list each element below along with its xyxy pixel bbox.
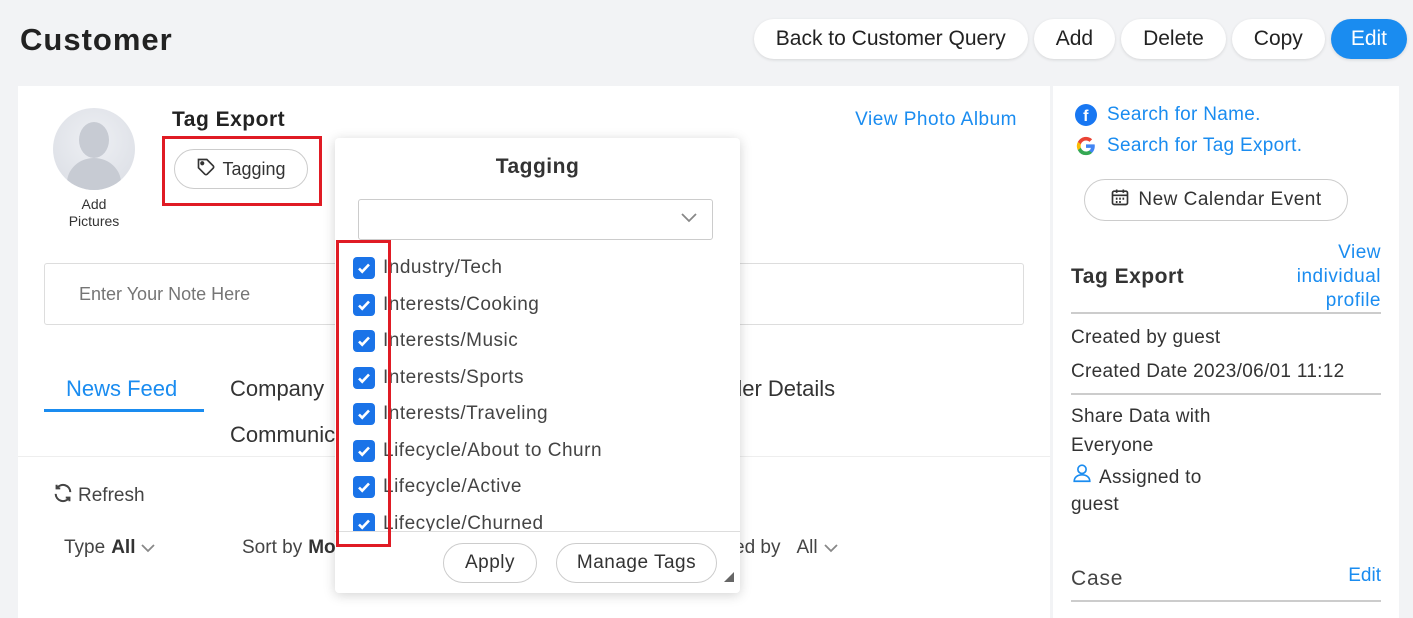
google-icon — [1075, 135, 1097, 157]
chevron-down-icon — [680, 210, 698, 229]
page-title: Customer — [20, 22, 173, 57]
type-filter[interactable]: Type All — [64, 537, 156, 559]
assigned-to-user: guest — [1071, 494, 1119, 515]
calendar-label: New Calendar Event — [1138, 189, 1322, 210]
tag-label: Lifecycle/Active — [383, 476, 522, 497]
tab-news-feed[interactable]: News Feed — [66, 376, 177, 402]
side-divider — [1071, 393, 1381, 395]
assigned-to: Assigned to — [1071, 462, 1202, 493]
search-name-facebook-link[interactable]: f Search for Name. — [1075, 104, 1261, 126]
new-calendar-event-button[interactable]: New Calendar Event — [1084, 179, 1348, 221]
sort-filter-value: Mo — [308, 537, 336, 558]
case-label: Case — [1071, 567, 1124, 590]
popup-footer-divider — [335, 531, 740, 532]
search-tag-google-link[interactable]: Search for Tag Export. — [1075, 135, 1302, 157]
tagging-popup-title: Tagging — [495, 155, 580, 178]
created-date-text: Created Date 2023/06/01 11:12 — [1071, 361, 1345, 382]
share-data-text: Share Data with — [1071, 406, 1211, 427]
tag-label: Interests/Cooking — [383, 293, 540, 315]
highlight-box-tagging — [162, 136, 322, 206]
chevron-down-icon — [823, 537, 838, 559]
created-by-filter-value: All — [796, 537, 818, 558]
tab-communication[interactable]: Communic — [230, 422, 335, 448]
tag-list: Industry/Tech Interests/Cooking Interests/… — [335, 253, 740, 531]
view-individual-profile-link[interactable]: View individual profile — [1271, 241, 1381, 313]
facebook-icon: f — [1075, 104, 1097, 126]
top-actions: Back to Customer Query Add Delete Copy E… — [753, 19, 1407, 59]
calendar-icon — [1110, 187, 1130, 213]
tag-label: Industry/Tech — [383, 257, 503, 278]
tagging-popup: Tagging Industry/Tech Interests/Cooking In… — [335, 138, 740, 593]
created-by-filter[interactable]: ed by All — [734, 537, 838, 559]
created-by-text: Created by guest — [1071, 327, 1221, 348]
side-divider — [1071, 312, 1381, 314]
tag-label: Lifecycle/Churned — [383, 512, 544, 532]
type-filter-label: Type — [64, 537, 106, 558]
add-button[interactable]: Add — [1033, 19, 1116, 59]
refresh-button[interactable]: Refresh — [52, 482, 145, 510]
resize-grip-icon[interactable] — [724, 569, 734, 587]
sort-filter[interactable]: Sort by Mo — [242, 537, 336, 559]
search-tag-label: Search for Tag Export. — [1107, 135, 1303, 156]
highlight-box-checkboxes — [336, 240, 391, 547]
delete-button[interactable]: Delete — [1121, 19, 1226, 59]
tag-search-select[interactable] — [358, 199, 713, 240]
assigned-to-label: Assigned to — [1099, 467, 1202, 488]
apply-button[interactable]: Apply — [443, 543, 537, 583]
side-divider — [1071, 600, 1381, 602]
sort-filter-label: Sort by — [242, 537, 303, 558]
back-to-query-button[interactable]: Back to Customer Query — [753, 19, 1028, 59]
edit-button[interactable]: Edit — [1330, 19, 1407, 59]
manage-tags-button[interactable]: Manage Tags — [556, 543, 717, 583]
copy-button[interactable]: Copy — [1231, 19, 1325, 59]
customer-side-panel: f Search for Name. Search for Tag Export… — [1053, 86, 1399, 618]
created-by-filter-label: ed by — [734, 537, 781, 558]
side-title: Tag Export — [1071, 265, 1185, 288]
refresh-label: Refresh — [78, 485, 145, 506]
tag-label: Interests/Sports — [383, 366, 525, 388]
customer-name: Tag Export — [172, 108, 286, 131]
avatar[interactable] — [53, 108, 135, 190]
active-tab-indicator — [44, 409, 204, 412]
chevron-down-icon — [141, 537, 156, 559]
tag-label: Interests/Music — [383, 330, 519, 351]
case-edit-link[interactable]: Edit — [1348, 565, 1381, 587]
view-photo-album-link[interactable]: View Photo Album — [855, 109, 1017, 131]
tab-order-details[interactable]: der Details — [730, 376, 835, 402]
tag-label: Interests/Traveling — [383, 403, 549, 424]
user-icon — [1071, 462, 1093, 493]
type-filter-value: All — [111, 537, 136, 558]
add-pictures-link[interactable]: Add Pictures — [58, 196, 130, 230]
tab-company[interactable]: Company — [230, 376, 324, 402]
share-data-target: Everyone — [1071, 435, 1154, 456]
refresh-icon — [52, 482, 74, 510]
tag-label: Lifecycle/About to Churn — [383, 439, 603, 461]
search-name-label: Search for Name. — [1107, 104, 1261, 125]
